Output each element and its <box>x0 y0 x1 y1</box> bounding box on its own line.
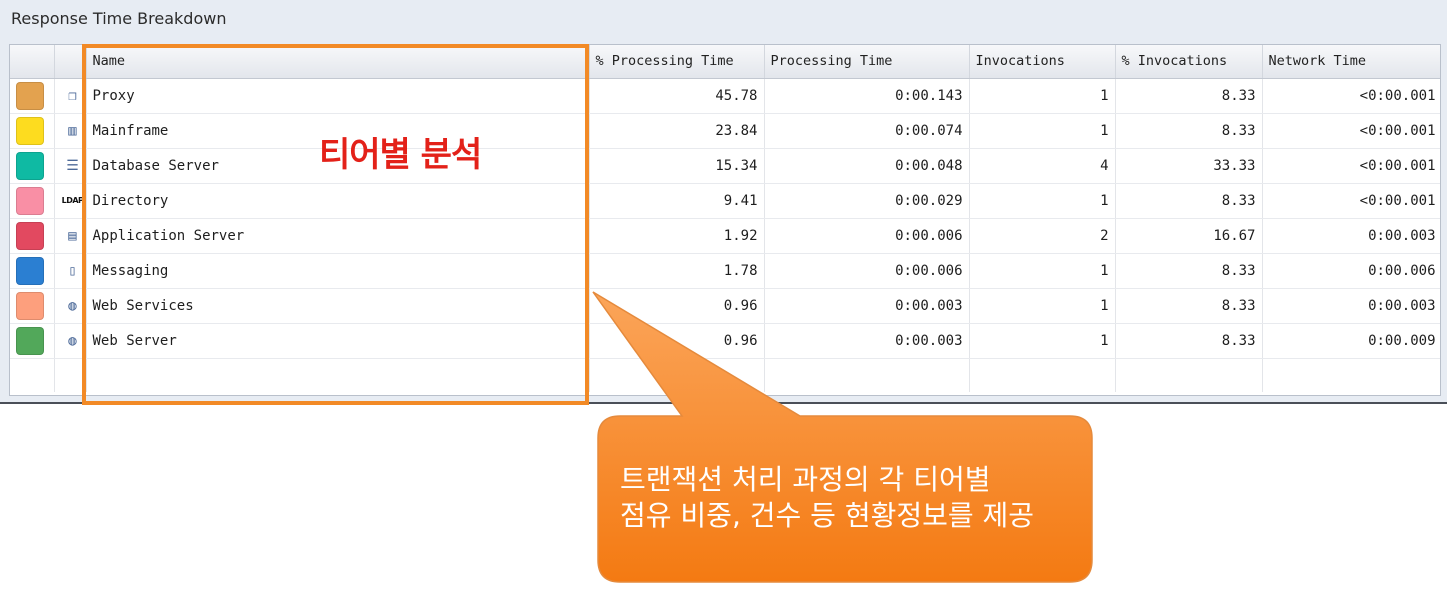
callout-line-2: 점유 비중, 건수 등 현황정보를 제공 <box>620 499 1035 532</box>
callout-line-1: 트랜잭션 처리 과정의 각 티어별 <box>620 463 991 496</box>
callout-text: 트랜잭션 처리 과정의 각 티어별 점유 비중, 건수 등 현황정보를 제공 <box>620 462 1090 534</box>
callout-shape <box>592 291 1093 583</box>
